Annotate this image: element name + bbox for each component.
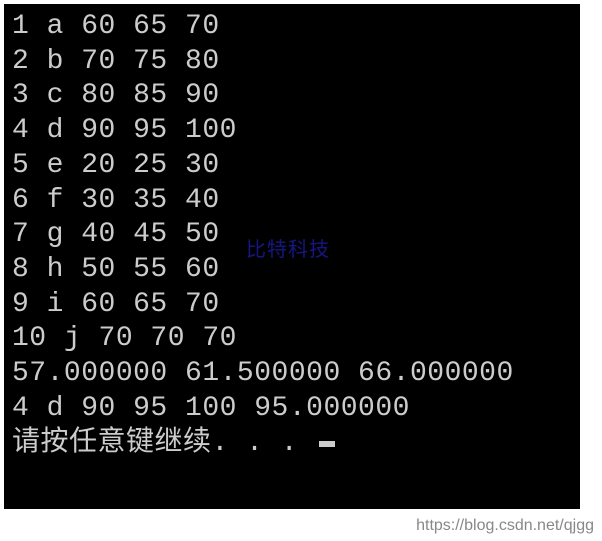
output-line: 4 d 90 95 100: [12, 114, 572, 149]
output-line: 1 a 60 65 70: [12, 10, 572, 45]
prompt-line[interactable]: 请按任意键继续. . .: [12, 427, 572, 462]
url-watermark: https://blog.csdn.net/qjgg: [416, 517, 594, 535]
output-line: 3 c 80 85 90: [12, 79, 572, 114]
output-line: 9 i 60 65 70: [12, 288, 572, 323]
prompt-text: 请按任意键继续. . .: [12, 428, 315, 459]
cursor: [319, 441, 335, 447]
console-window: 1 a 60 65 70 2 b 70 75 80 3 c 80 85 90 4…: [4, 4, 580, 509]
output-line: 4 d 90 95 100 95.000000: [12, 392, 572, 427]
output-line: 2 b 70 75 80: [12, 45, 572, 80]
watermark-text: 比特科技: [246, 238, 330, 263]
output-line: 6 f 30 35 40: [12, 184, 572, 219]
output-line: 10 j 70 70 70: [12, 322, 572, 357]
output-line: 57.000000 61.500000 66.000000: [12, 357, 572, 392]
output-line: 5 e 20 25 30: [12, 149, 572, 184]
